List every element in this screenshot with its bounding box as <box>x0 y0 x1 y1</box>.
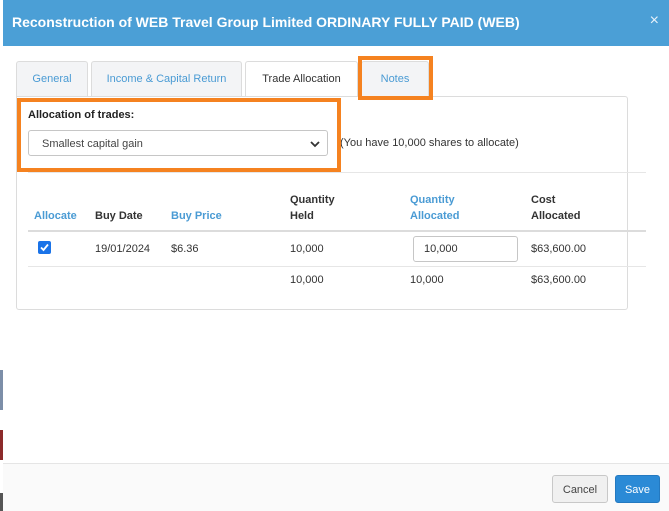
column-header-allocate[interactable]: Allocate <box>34 208 77 224</box>
dialog-header: Reconstruction of WEB Travel Group Limit… <box>3 0 669 46</box>
cancel-button[interactable]: Cancel <box>552 475 608 503</box>
column-header-buy-date: Buy Date <box>95 210 143 222</box>
dialog-title: Reconstruction of WEB Travel Group Limit… <box>12 14 520 30</box>
total-quantity-allocated: 10,000 <box>410 274 444 286</box>
allocate-checkbox[interactable] <box>38 241 51 254</box>
tab-general[interactable]: General <box>16 61 88 96</box>
save-button[interactable]: Save <box>615 475 660 503</box>
column-header-quantity-held: Quantity Held <box>290 194 335 222</box>
column-header-cost-allocated: Cost Allocated <box>531 194 581 222</box>
quantity-allocated-input[interactable] <box>413 236 518 262</box>
table-row-border <box>28 266 646 267</box>
table-cell-cost-allocated: $63,600.00 <box>531 243 587 255</box>
table-cell-buy-price: $6.36 <box>171 243 199 255</box>
column-header-quantity-allocated[interactable]: Quantity Allocated <box>410 192 460 224</box>
column-header-buy-price[interactable]: Buy Price <box>171 208 222 224</box>
reconstruction-dialog: Reconstruction of WEB Travel Group Limit… <box>3 0 669 511</box>
close-icon[interactable]: × <box>650 12 659 30</box>
total-cost-allocated: $63,600.00 <box>531 274 587 286</box>
allocation-select-highlight <box>17 98 341 172</box>
table-cell-quantity-held: 10,000 <box>290 243 324 255</box>
section-divider <box>28 172 646 173</box>
tab-trade-allocation[interactable]: Trade Allocation <box>245 61 358 98</box>
shares-to-allocate-note: (You have 10,000 shares to allocate) <box>340 137 519 149</box>
total-quantity-held: 10,000 <box>290 274 324 286</box>
notes-tab-highlight <box>358 56 433 100</box>
tab-income-capital-return[interactable]: Income & Capital Return <box>91 61 242 96</box>
table-header-border <box>28 230 646 232</box>
table-cell-buy-date: 19/01/2024 <box>95 243 151 255</box>
check-icon <box>40 243 49 252</box>
